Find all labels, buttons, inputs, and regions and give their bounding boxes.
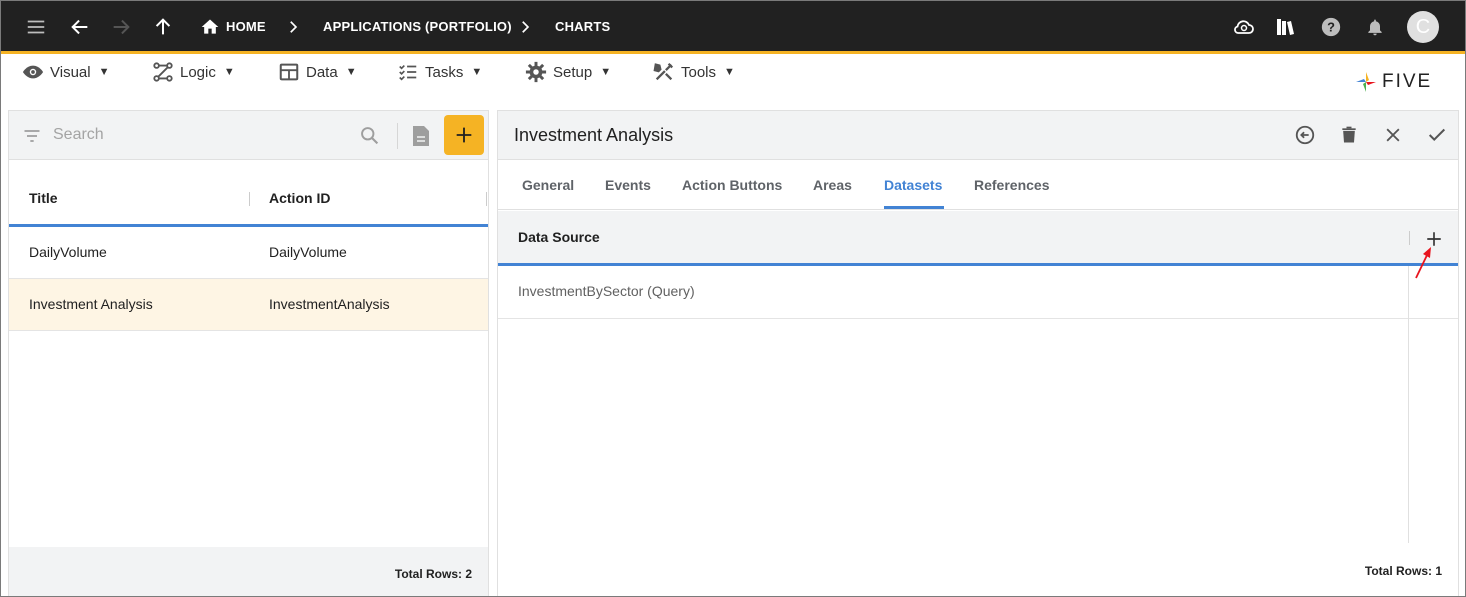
home-icon[interactable] xyxy=(198,15,222,39)
eye-icon xyxy=(22,65,44,79)
close-button[interactable] xyxy=(1381,123,1405,147)
gear-icon xyxy=(525,61,547,83)
menu-setup-label: Setup xyxy=(553,63,593,81)
menu-tasks-label: Tasks xyxy=(425,63,464,81)
menu-setup[interactable]: Setup ▼ xyxy=(525,61,611,83)
table-footer: Total Rows: 2 xyxy=(9,547,488,597)
column-header-action-id[interactable]: Action ID xyxy=(269,190,330,206)
tab-references[interactable]: References xyxy=(974,177,1050,193)
history-back-button[interactable] xyxy=(1293,123,1317,147)
column-divider xyxy=(1408,266,1409,543)
menu-data-label: Data xyxy=(306,63,338,81)
search-input[interactable]: Search xyxy=(53,126,104,144)
checkmark-icon xyxy=(1428,128,1446,142)
table-header: Title Action ID xyxy=(9,172,488,227)
hamburger-menu-icon[interactable] xyxy=(24,15,48,39)
actions-list-panel: Search Title Action ID DailyVolume Daily… xyxy=(8,110,489,597)
svg-text:?: ? xyxy=(1327,20,1335,35)
cloud-sync-icon[interactable] xyxy=(1232,15,1256,39)
cell-action-id: InvestmentAnalysis xyxy=(269,296,390,312)
filter-icon[interactable] xyxy=(22,126,42,146)
main-menu-bar: Visual ▼ Logic ▼ Data ▼ Tasks ▼ Setup ▼ … xyxy=(0,54,1466,104)
dropdown-caret-icon: ▼ xyxy=(345,66,357,78)
detail-header: Investment Analysis xyxy=(498,111,1458,160)
column-separator[interactable] xyxy=(486,192,487,206)
dropdown-caret-icon: ▼ xyxy=(471,66,483,78)
menu-tools[interactable]: Tools ▼ xyxy=(653,61,735,83)
tools-icon xyxy=(653,62,674,81)
cell-action-id: DailyVolume xyxy=(269,244,347,260)
tab-action-buttons[interactable]: Action Buttons xyxy=(682,177,782,193)
add-record-button[interactable] xyxy=(444,115,484,155)
table-row-selected[interactable]: Investment Analysis InvestmentAnalysis xyxy=(9,279,488,331)
column-separator[interactable] xyxy=(249,192,250,206)
search-bar: Search xyxy=(9,111,488,160)
dropdown-caret-icon: ▼ xyxy=(600,66,612,78)
column-header-title[interactable]: Title xyxy=(29,190,58,206)
user-avatar[interactable]: C xyxy=(1407,11,1439,43)
five-logo-text: FIVE xyxy=(1382,71,1433,92)
forward-arrow-icon[interactable] xyxy=(109,15,133,39)
menu-tasks[interactable]: Tasks ▼ xyxy=(397,61,482,83)
breadcrumb-home[interactable]: HOME xyxy=(226,19,266,34)
notifications-bell-icon[interactable] xyxy=(1363,15,1387,39)
total-rows: Total Rows: 2 xyxy=(394,567,472,581)
table-row[interactable]: DailyVolume DailyVolume xyxy=(9,227,488,279)
page-title: Investment Analysis xyxy=(514,125,674,145)
up-arrow-icon[interactable] xyxy=(151,15,175,39)
document-icon[interactable] xyxy=(410,124,432,148)
annotation-arrow-icon xyxy=(1415,247,1431,279)
active-tab-indicator xyxy=(884,206,944,209)
column-separator[interactable] xyxy=(1409,231,1410,245)
delete-button[interactable] xyxy=(1337,123,1361,147)
chevron-right-icon xyxy=(513,15,537,39)
menu-visual[interactable]: Visual ▼ xyxy=(22,61,109,83)
top-app-bar: HOME APPLICATIONS (PORTFOLIO) CHARTS ? C xyxy=(0,0,1466,54)
column-header-data-source[interactable]: Data Source xyxy=(518,229,600,245)
help-icon[interactable]: ? xyxy=(1319,15,1343,39)
close-icon xyxy=(1386,128,1400,142)
cell-data-source: InvestmentBySector (Query) xyxy=(518,283,695,299)
record-detail-panel: Investment Analysis General Events Actio… xyxy=(497,110,1459,597)
tab-bar: General Events Action Buttons Areas Data… xyxy=(498,160,1458,210)
dropdown-caret-icon: ▼ xyxy=(223,66,235,78)
actions-table: Title Action ID DailyVolume DailyVolume … xyxy=(9,172,488,331)
tab-areas[interactable]: Areas xyxy=(813,177,852,193)
back-arrow-icon[interactable] xyxy=(68,15,92,39)
menu-logic[interactable]: Logic ▼ xyxy=(152,61,235,83)
menu-tools-label: Tools xyxy=(681,63,717,81)
table-row[interactable]: InvestmentBySector (Query) xyxy=(498,266,1458,319)
cell-title: Investment Analysis xyxy=(29,296,153,312)
breadcrumb-applications[interactable]: APPLICATIONS (PORTFOLIO) xyxy=(323,19,512,34)
menu-visual-label: Visual xyxy=(50,63,91,81)
five-logo: FIVE xyxy=(1354,70,1432,94)
history-icon xyxy=(1295,125,1315,145)
menu-data[interactable]: Data ▼ xyxy=(278,61,357,83)
search-icon[interactable] xyxy=(359,125,380,146)
plus-icon xyxy=(456,127,472,143)
trash-icon xyxy=(1342,126,1356,143)
logic-icon xyxy=(153,62,173,82)
dropdown-caret-icon: ▼ xyxy=(724,66,735,78)
table-icon xyxy=(279,63,299,81)
datasets-table-header: Data Source xyxy=(498,211,1458,266)
tab-datasets[interactable]: Datasets xyxy=(884,177,942,193)
toolbar-divider xyxy=(397,123,398,149)
dropdown-caret-icon: ▼ xyxy=(98,66,110,78)
five-logo-icon xyxy=(1356,72,1376,92)
tab-events[interactable]: Events xyxy=(605,177,651,193)
save-button[interactable] xyxy=(1425,123,1449,147)
breadcrumb-charts[interactable]: CHARTS xyxy=(555,19,610,34)
library-books-icon[interactable] xyxy=(1274,15,1298,39)
chevron-right-icon xyxy=(281,15,305,39)
tab-general[interactable]: General xyxy=(522,177,574,193)
menu-logic-label: Logic xyxy=(180,63,216,81)
total-rows: Total Rows: 1 xyxy=(1364,564,1442,578)
tasks-icon xyxy=(399,64,417,81)
cell-title: DailyVolume xyxy=(29,244,107,260)
